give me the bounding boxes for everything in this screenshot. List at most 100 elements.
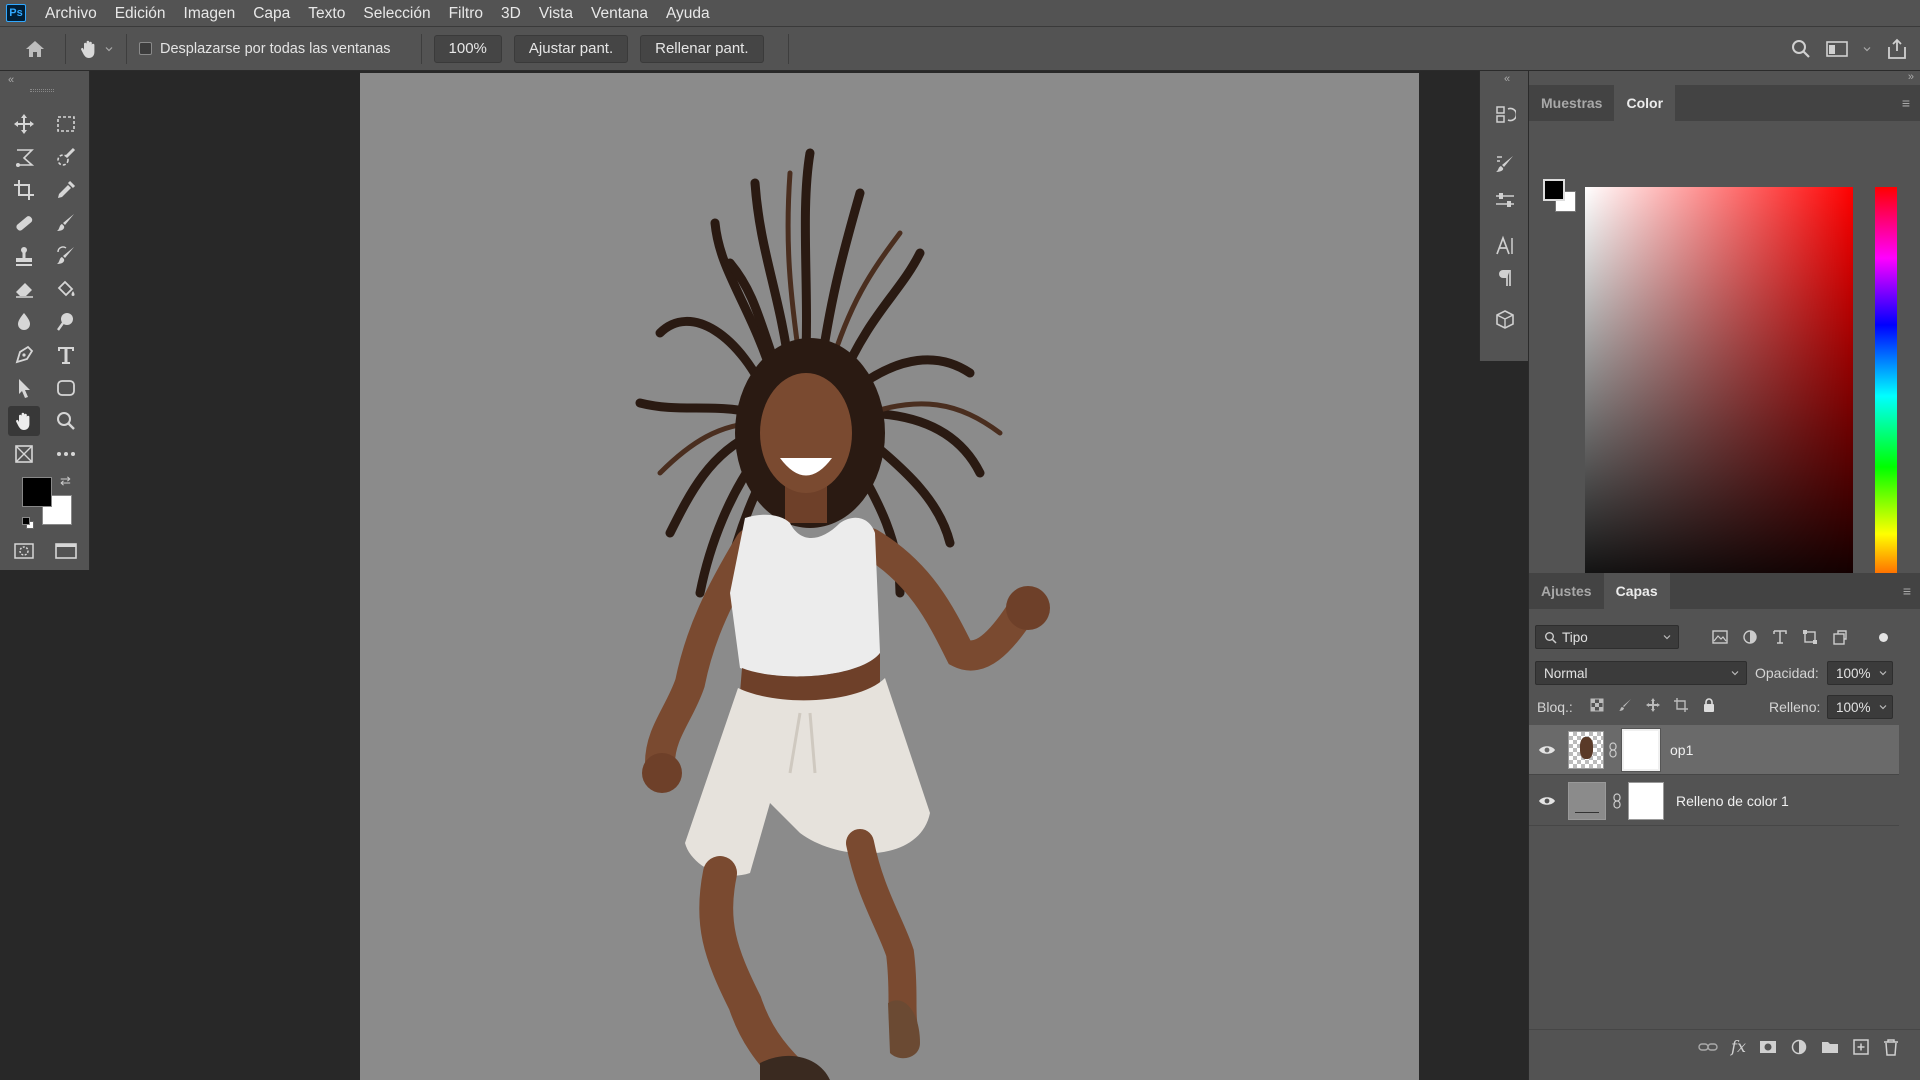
lock-all-icon[interactable]: [1701, 697, 1717, 713]
layer-mask-thumbnail[interactable]: [1628, 781, 1664, 820]
layer-name[interactable]: op1: [1670, 742, 1693, 758]
menu-ayuda[interactable]: Ayuda: [657, 0, 719, 27]
new-layer-icon[interactable]: [1852, 1038, 1870, 1056]
search-icon[interactable]: [1790, 38, 1812, 60]
swap-colors-icon[interactable]: ⇄: [60, 473, 71, 489]
eyedropper-tool-icon[interactable]: [50, 175, 82, 205]
more-tools-icon[interactable]: [50, 439, 82, 469]
chevron-down-icon[interactable]: [1862, 44, 1872, 54]
path-selection-tool-icon[interactable]: [8, 373, 40, 403]
quick-mask-icon[interactable]: [8, 536, 40, 566]
layer-name[interactable]: Relleno de color 1: [1676, 793, 1789, 809]
paragraph-panel-icon[interactable]: [1490, 263, 1520, 293]
new-adjustment-layer-icon[interactable]: [1790, 1038, 1808, 1056]
properties-panel-icon[interactable]: [1490, 185, 1520, 215]
shape-tool-icon[interactable]: [50, 373, 82, 403]
default-colors-icon[interactable]: [22, 517, 34, 529]
collapse-toolbar-icon[interactable]: «: [8, 74, 14, 86]
smart-object-filter-icon[interactable]: [1831, 628, 1849, 646]
pen-tool-icon[interactable]: [8, 340, 40, 370]
adjustment-filter-icon[interactable]: [1741, 628, 1759, 646]
home-icon[interactable]: [17, 34, 53, 64]
visibility-eye-icon[interactable]: [1538, 744, 1556, 756]
screen-mode-icon[interactable]: [50, 536, 82, 566]
lasso-tool-icon[interactable]: [8, 142, 40, 172]
healing-brush-tool-icon[interactable]: [8, 208, 40, 238]
hand-tool-preset-icon[interactable]: [78, 38, 114, 60]
brush-settings-icon[interactable]: [1490, 149, 1520, 179]
canvas-area[interactable]: [90, 71, 1479, 1080]
marquee-tool-icon[interactable]: [50, 109, 82, 139]
pixel-filter-icon[interactable]: [1711, 628, 1729, 646]
fill-screen-button[interactable]: Rellenar pant.: [640, 34, 764, 63]
paint-bucket-tool-icon[interactable]: [50, 274, 82, 304]
tab-capas[interactable]: Capas: [1603, 573, 1670, 609]
link-chain-icon[interactable]: [1612, 792, 1622, 809]
opacity-input[interactable]: 100%: [1827, 661, 1893, 685]
fit-screen-button[interactable]: Ajustar pant.: [513, 34, 629, 63]
toolbar-grip[interactable]: [30, 89, 54, 92]
hand-tool-icon[interactable]: [8, 406, 40, 436]
fill-layer-thumbnail[interactable]: [1568, 781, 1606, 820]
photoshop-logo-icon[interactable]: Ps: [6, 4, 26, 22]
fx-icon[interactable]: fx: [1731, 1037, 1746, 1056]
shape-filter-icon[interactable]: [1801, 628, 1819, 646]
zoom-tool-icon[interactable]: [50, 406, 82, 436]
move-tool-icon[interactable]: [8, 109, 40, 139]
share-icon[interactable]: [1886, 38, 1908, 60]
menu-3d[interactable]: 3D: [492, 0, 530, 27]
layer-row-relleno-de-color-1[interactable]: Relleno de color 1: [1529, 776, 1899, 826]
menu-texto[interactable]: Texto: [299, 0, 354, 27]
blur-tool-icon[interactable]: [8, 307, 40, 337]
panel-menu-icon[interactable]: ≡: [1892, 85, 1920, 121]
tab-ajustes[interactable]: Ajustes: [1529, 573, 1604, 609]
collapse-dock-icon[interactable]: «: [1504, 73, 1510, 85]
layer-row-op1[interactable]: op1: [1529, 725, 1899, 775]
workspace-icon[interactable]: [1826, 40, 1848, 58]
menu-edicion[interactable]: Edición: [106, 0, 175, 27]
menu-ventana[interactable]: Ventana: [582, 0, 657, 27]
scroll-all-windows-checkbox[interactable]: [139, 42, 152, 55]
tab-muestras[interactable]: Muestras: [1529, 85, 1614, 121]
menu-filtro[interactable]: Filtro: [440, 0, 492, 27]
new-group-folder-icon[interactable]: [1821, 1039, 1839, 1055]
lock-transparency-icon[interactable]: [1589, 697, 1605, 713]
menu-seleccion[interactable]: Selección: [354, 0, 439, 27]
history-panel-icon[interactable]: [1490, 99, 1520, 129]
panel-menu-icon[interactable]: ≡: [1893, 573, 1920, 609]
link-layers-icon[interactable]: [1698, 1040, 1718, 1054]
type-filter-icon[interactable]: [1771, 628, 1789, 646]
color-picker-field[interactable]: [1585, 187, 1853, 605]
layer-thumbnail[interactable]: [1568, 730, 1604, 769]
add-mask-icon[interactable]: [1759, 1039, 1777, 1055]
frame-tool-icon[interactable]: [8, 439, 40, 469]
delete-layer-trash-icon[interactable]: [1883, 1038, 1899, 1056]
hue-slider[interactable]: [1875, 187, 1897, 605]
quick-selection-tool-icon[interactable]: [50, 142, 82, 172]
history-brush-tool-icon[interactable]: [50, 241, 82, 271]
document-canvas[interactable]: [360, 73, 1419, 1080]
lock-artboard-icon[interactable]: [1673, 697, 1689, 713]
menu-vista[interactable]: Vista: [530, 0, 582, 27]
fill-input[interactable]: 100%: [1827, 695, 1893, 719]
filter-toggle-icon[interactable]: [1879, 627, 1889, 647]
3d-panel-icon[interactable]: [1490, 305, 1520, 335]
menu-capa[interactable]: Capa: [244, 0, 299, 27]
visibility-eye-icon[interactable]: [1538, 795, 1556, 807]
lock-pixels-icon[interactable]: [1617, 697, 1633, 713]
lock-position-icon[interactable]: [1645, 697, 1661, 713]
crop-tool-icon[interactable]: [8, 175, 40, 205]
menu-imagen[interactable]: Imagen: [175, 0, 245, 27]
blend-mode-select[interactable]: Normal: [1535, 661, 1747, 685]
dodge-tool-icon[interactable]: [50, 307, 82, 337]
link-chain-icon[interactable]: [1608, 741, 1618, 758]
clone-stamp-tool-icon[interactable]: [8, 241, 40, 271]
panel-foreground-swatch[interactable]: [1543, 179, 1565, 201]
brush-tool-icon[interactable]: [50, 208, 82, 238]
collapse-panel-icon[interactable]: »: [1908, 71, 1914, 83]
zoom-100-button[interactable]: 100%: [433, 34, 502, 63]
foreground-color-swatch[interactable]: [22, 477, 52, 507]
character-panel-icon[interactable]: [1490, 231, 1520, 261]
tab-color[interactable]: Color: [1614, 85, 1676, 121]
menu-archivo[interactable]: Archivo: [36, 0, 106, 27]
